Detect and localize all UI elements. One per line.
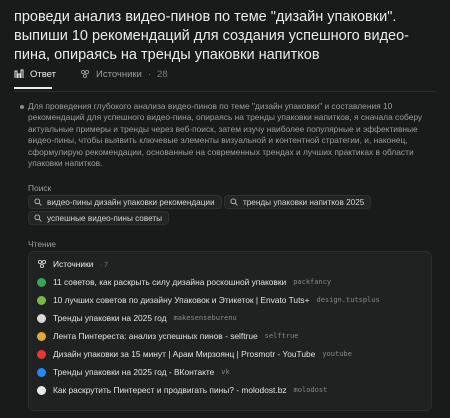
sources-panel-title: Источники — [53, 259, 94, 269]
source-item[interactable]: Как раскрутить Пинтерест и продвигать пи… — [37, 383, 327, 397]
reasoning-text: Для проведения глубокого анализа видео-п… — [28, 101, 423, 169]
source-item[interactable]: Лента Пинтереста: анализ успешных пинов … — [37, 329, 298, 343]
source-item[interactable]: Тренды упаковки на 2025 год - ВКонтакте … — [37, 365, 230, 379]
answer-icon — [14, 69, 24, 78]
sources-icon — [37, 259, 47, 269]
sources-panel: Источники · 7 11 советов, как раскрыть с… — [28, 251, 432, 411]
search-icon — [230, 198, 238, 206]
sources-icon — [80, 69, 90, 79]
active-tab-indicator — [14, 87, 52, 89]
youtube-icon — [37, 349, 46, 359]
search-query-text: тренды упаковки напитков 2025 — [243, 197, 365, 207]
source-item[interactable]: Тренды упаковки на 2025 год makesensebur… — [37, 311, 237, 325]
favicon-icon — [37, 295, 46, 305]
tab-sources[interactable]: Источники · 28 — [80, 67, 168, 81]
tab-answer-label: Ответ — [30, 68, 56, 80]
tab-sources-count: 28 — [157, 68, 168, 80]
tab-sources-label: Источники — [96, 68, 142, 80]
search-icon — [34, 214, 42, 222]
answer-tabs: Ответ Источники · 28 — [14, 67, 436, 91]
favicon-icon — [37, 331, 46, 341]
reasoning-bullet — [20, 105, 24, 109]
reading-label: Чтение — [28, 239, 56, 249]
favicon-icon — [37, 385, 46, 395]
search-query-text: видео-пины дизайн упаковки рекомендации — [47, 197, 215, 207]
vk-icon — [37, 367, 46, 377]
search-query-text: успешные видео-пины советы — [47, 213, 163, 223]
question-heading: проведи анализ видео-пинов по теме "диза… — [14, 9, 409, 63]
sources-panel-header[interactable]: Источники · 7 — [37, 259, 108, 269]
favicon-icon — [37, 313, 46, 323]
search-query-chip[interactable]: видео-пины дизайн упаковки рекомендации — [28, 195, 222, 209]
tabs-divider — [14, 91, 436, 92]
search-label: Поиск — [28, 183, 52, 193]
source-item[interactable]: Дизайн упаковки за 15 минут | Арам Мирзо… — [37, 347, 352, 361]
source-item[interactable]: 11 советов, как раскрыть силу дизайна ро… — [37, 275, 331, 289]
search-query-chip[interactable]: тренды упаковки напитков 2025 — [224, 195, 372, 209]
sources-panel-count: · 7 — [99, 259, 109, 269]
search-query-chip[interactable]: успешные видео-пины советы — [28, 211, 170, 225]
source-item[interactable]: 10 лучших советов по дизайну Упаковок и … — [37, 293, 380, 307]
favicon-icon — [37, 277, 46, 287]
search-icon — [34, 198, 42, 206]
tab-answer[interactable]: Ответ — [14, 67, 56, 81]
